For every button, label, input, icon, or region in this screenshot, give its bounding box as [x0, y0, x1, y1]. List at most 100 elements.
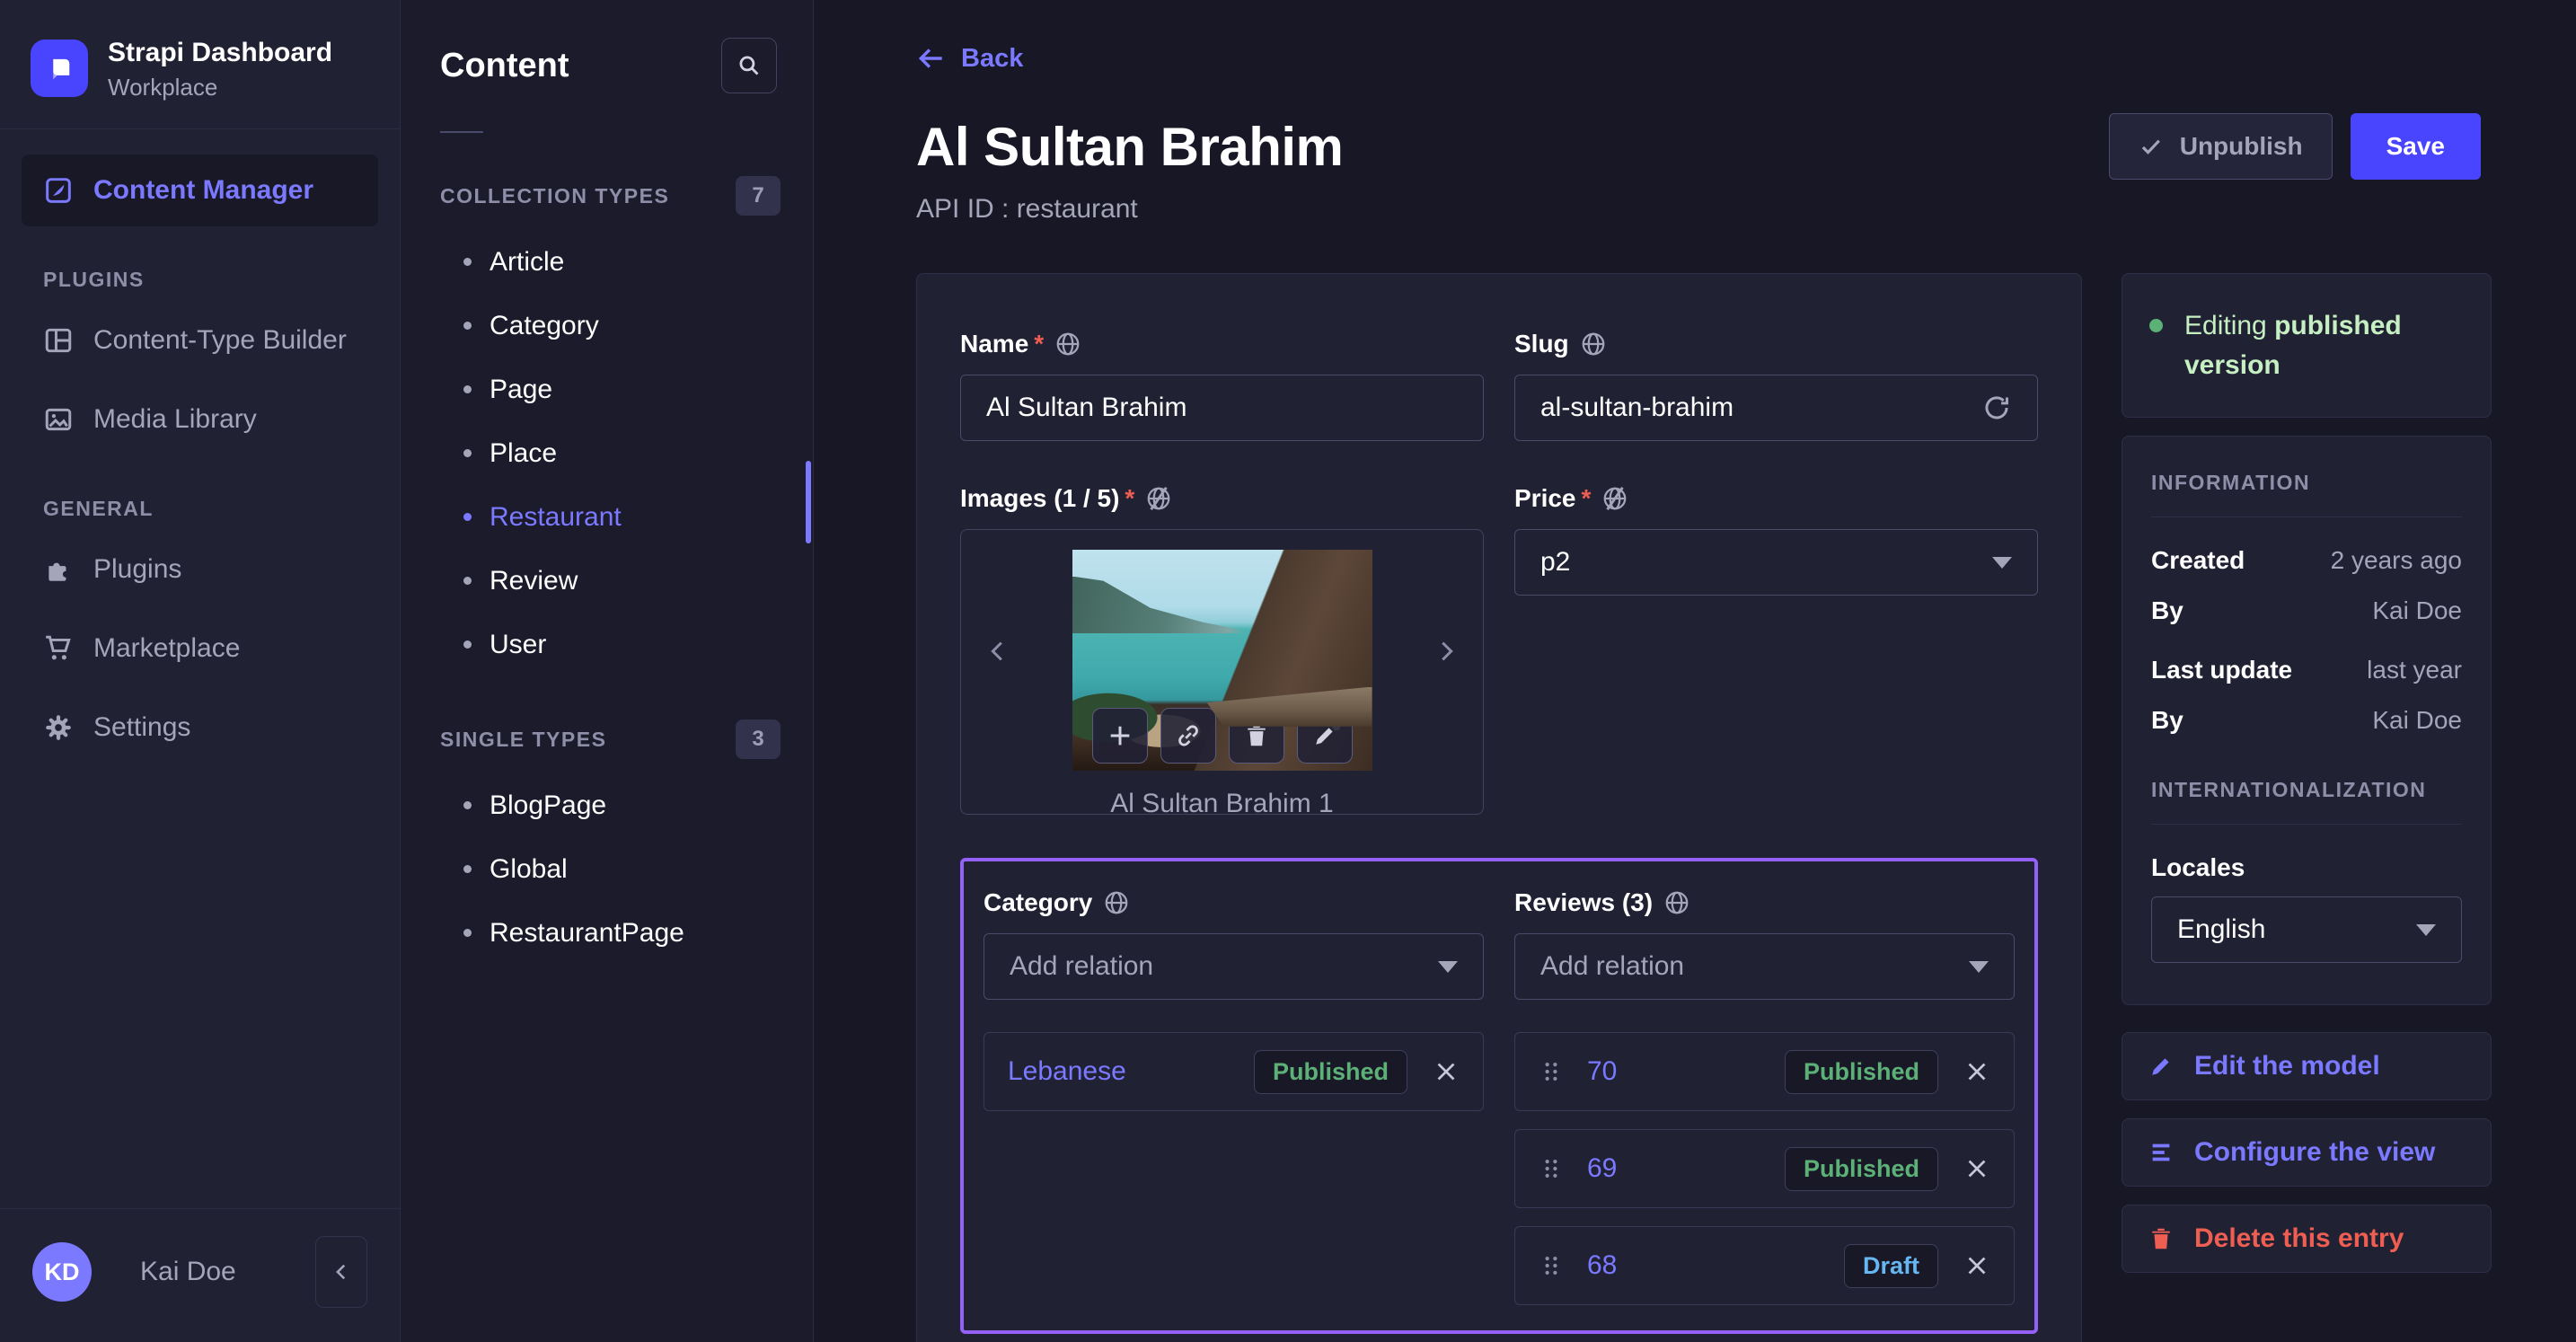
workspace-switcher[interactable]: Strapi Dashboard Workplace — [22, 23, 378, 128]
meta-label: By — [2151, 596, 2183, 624]
nav-divider — [0, 128, 400, 129]
carousel-previous-icon[interactable] — [984, 638, 1011, 665]
collection-type-place[interactable]: Place — [429, 421, 784, 485]
drag-handle-icon[interactable] — [1539, 1253, 1564, 1278]
globe-icon — [1103, 889, 1130, 916]
strapi-admin-screen: Strapi Dashboard Workplace Content Manag… — [0, 0, 2576, 1342]
media-caption: Al Sultan Brahim 1 — [1110, 789, 1334, 818]
reviews-add-relation-select[interactable]: Add relation — [1514, 933, 2015, 1000]
collection-type-review[interactable]: Review — [429, 549, 784, 613]
delete-entry-button[interactable]: Delete this entry — [2122, 1205, 2492, 1273]
nav-item-media-library[interactable]: Media Library — [22, 384, 378, 455]
subnav-divider — [440, 131, 483, 133]
remove-relation-icon[interactable] — [1433, 1058, 1460, 1085]
meta-row-created: Created 2 years ago — [2151, 546, 2462, 575]
back-link[interactable]: Back — [916, 43, 1023, 74]
reviews-label: Reviews (3) — [1514, 888, 1654, 916]
edit-media-button[interactable] — [1296, 708, 1353, 764]
required-asterisk: * — [1034, 330, 1045, 358]
locale-select[interactable]: English — [2151, 896, 2462, 963]
bullet-dot — [463, 513, 472, 521]
avatar[interactable]: KD — [32, 1242, 92, 1302]
list-item-label: Restaurant — [490, 501, 622, 532]
subnav-title: Content — [440, 46, 569, 84]
app-title: Strapi Dashboard — [108, 38, 333, 67]
meta-row-created-by: By Kai Doe — [2151, 596, 2462, 625]
delete-media-button[interactable] — [1228, 708, 1284, 764]
copy-link-button[interactable] — [1160, 708, 1216, 764]
category-add-relation-select[interactable]: Add relation — [984, 933, 1484, 1000]
drag-handle-icon[interactable] — [1539, 1156, 1564, 1181]
nav-item-content-manager[interactable]: Content Manager — [22, 154, 378, 226]
single-type-blogpage[interactable]: BlogPage — [429, 773, 784, 837]
remove-relation-icon[interactable] — [1963, 1252, 1990, 1279]
reviews-relation-list: 70 Published 69 Published 68 Draft — [1514, 1032, 2015, 1305]
unpublish-button[interactable]: Unpublish — [2108, 113, 2333, 180]
reviews-field: Reviews (3) Add relation 70 Published 69… — [1514, 888, 2015, 1305]
collection-type-page[interactable]: Page — [429, 358, 784, 421]
relation-item: 70 Published — [1514, 1032, 2015, 1111]
relation-link[interactable]: 70 — [1587, 1056, 1617, 1087]
status-badge: Draft — [1843, 1243, 1938, 1288]
main-navigation: Strapi Dashboard Workplace Content Manag… — [0, 0, 401, 1342]
bullet-dot — [463, 865, 472, 873]
name-input[interactable]: Al Sultan Brahim — [960, 375, 1484, 441]
list-item-label: Article — [490, 246, 565, 277]
trash-icon — [2152, 1228, 2170, 1249]
single-type-restaurantpage[interactable]: RestaurantPage — [429, 901, 784, 965]
bullet-dot — [463, 929, 472, 937]
subnav-scrollbar-thumb[interactable] — [806, 461, 811, 543]
configure-view-button[interactable]: Configure the view — [2122, 1118, 2492, 1187]
media-library-icon — [43, 404, 74, 435]
remove-relation-icon[interactable] — [1963, 1155, 1990, 1182]
locales-label: Locales — [2151, 853, 2245, 881]
chevron-down-icon — [1992, 556, 2012, 569]
collection-type-restaurant[interactable]: Restaurant — [429, 485, 784, 549]
nav-item-marketplace[interactable]: Marketplace — [22, 613, 378, 684]
price-label: Price — [1514, 484, 1576, 512]
single-type-global[interactable]: Global — [429, 837, 784, 901]
nav-section-general: GENERAL — [43, 496, 154, 520]
search-button[interactable] — [721, 38, 777, 93]
save-button[interactable]: Save — [2350, 113, 2481, 180]
nav-item-settings[interactable]: Settings — [22, 692, 378, 764]
collection-type-category[interactable]: Category — [429, 294, 784, 358]
nav-item-label: Settings — [93, 711, 191, 742]
globe-icon — [1663, 889, 1690, 916]
slug-value: al-sultan-brahim — [1540, 393, 1734, 422]
nav-item-content-type-builder[interactable]: Content-Type Builder — [22, 305, 378, 376]
list-icon — [2152, 1143, 2170, 1161]
unpublish-label: Unpublish — [2179, 132, 2303, 160]
divider — [2151, 516, 2462, 517]
collection-type-user[interactable]: User — [429, 613, 784, 676]
add-relation-placeholder: Add relation — [1540, 951, 1685, 981]
user-name: Kai Doe — [140, 1257, 236, 1286]
collection-types-list: Article Category Page Place Restaurant R… — [429, 230, 784, 676]
relation-link[interactable]: Lebanese — [1008, 1056, 1126, 1087]
published-status-dot — [2149, 319, 2163, 332]
chevron-down-icon — [2416, 923, 2436, 936]
add-media-button[interactable] — [1091, 708, 1148, 764]
images-field: Images (1 / 5) * Al Sultan Brahim 1 — [960, 484, 1484, 818]
collapse-nav-button[interactable] — [315, 1236, 367, 1308]
nav-item-plugins[interactable]: Plugins — [22, 534, 378, 605]
single-types-label: SINGLE TYPES — [440, 727, 607, 751]
edit-model-button[interactable]: Edit the model — [2122, 1032, 2492, 1100]
price-select[interactable]: p2 — [1514, 529, 2038, 596]
meta-row-last-update: Last update last year — [2151, 656, 2462, 684]
meta-value: Kai Doe — [2372, 596, 2462, 624]
relation-link[interactable]: 69 — [1587, 1153, 1617, 1184]
collection-type-article[interactable]: Article — [429, 230, 784, 294]
regenerate-slug-icon[interactable] — [1981, 393, 2012, 423]
single-types-header: SINGLE TYPES 3 — [429, 720, 784, 759]
remove-relation-icon[interactable] — [1963, 1058, 1990, 1085]
slug-input[interactable]: al-sultan-brahim — [1514, 375, 2038, 441]
relation-link[interactable]: 68 — [1587, 1250, 1617, 1281]
category-relation-list: Lebanese Published — [984, 1032, 1484, 1111]
add-relation-placeholder: Add relation — [1010, 951, 1154, 981]
meta-label: Last update — [2151, 656, 2293, 684]
carousel-next-icon[interactable] — [1433, 638, 1460, 665]
restaurant-photo — [1072, 550, 1372, 771]
drag-handle-icon[interactable] — [1539, 1059, 1564, 1084]
relations-group: Category Add relation Lebanese Published… — [960, 858, 2038, 1334]
